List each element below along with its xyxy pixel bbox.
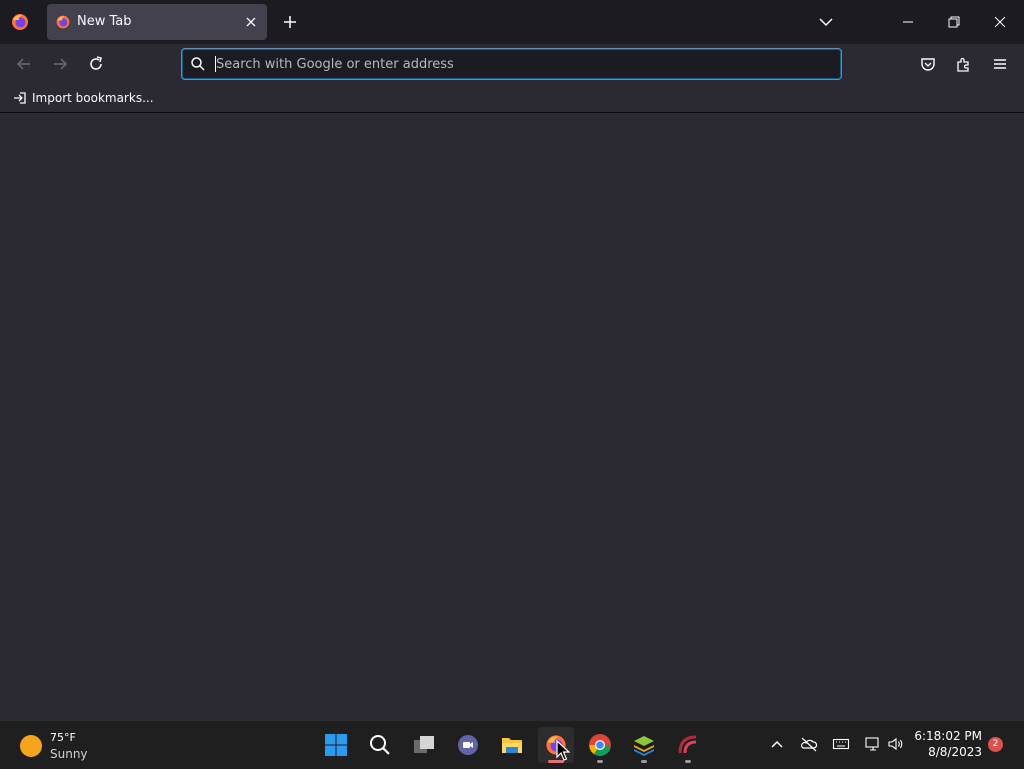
tab-title: New Tab <box>77 14 132 29</box>
chevron-up-icon[interactable] <box>768 735 786 753</box>
teams-chat-icon <box>458 735 478 755</box>
minimize-icon[interactable] <box>898 12 918 32</box>
bluestacks-taskbar-button[interactable] <box>626 727 662 763</box>
page-content <box>0 113 1024 720</box>
close-icon[interactable] <box>990 12 1010 32</box>
pocket-icon[interactable] <box>918 54 938 74</box>
weather-temperature: 75°F <box>50 731 76 744</box>
import-bookmarks-label: Import bookmarks... <box>32 91 154 105</box>
windows-icon <box>325 734 347 756</box>
puzzle-icon[interactable] <box>954 54 974 74</box>
arrow-right-icon[interactable] <box>50 54 70 74</box>
plus-icon[interactable] <box>280 12 300 32</box>
import-icon <box>12 90 28 106</box>
search-icon <box>190 56 206 72</box>
running-indicator <box>685 760 691 763</box>
task-view-icon <box>414 736 434 753</box>
notification-badge[interactable]: 2 <box>988 737 1003 752</box>
red-arc-app-icon <box>678 735 697 754</box>
running-indicator <box>641 760 647 763</box>
search-input[interactable] <box>216 51 826 77</box>
network-icon[interactable] <box>864 735 882 753</box>
taskbar: 75°F Sunny 6:18:02 PM 8/8/2023 2 <box>0 720 1024 769</box>
chevron-down-icon[interactable] <box>816 12 836 32</box>
teams-chat-button[interactable] <box>450 727 486 763</box>
clock-time: 6:18:02 PM <box>914 729 982 743</box>
hamburger-menu-icon[interactable] <box>990 54 1010 74</box>
start-button[interactable] <box>318 727 354 763</box>
firefox-icon[interactable] <box>10 12 30 32</box>
chrome-taskbar-button[interactable] <box>582 727 618 763</box>
taskbar-search-button[interactable] <box>362 727 398 763</box>
bookmarks-toolbar: Import bookmarks... <box>0 84 1024 113</box>
bluestacks-icon <box>634 736 654 756</box>
sun-icon <box>20 735 42 757</box>
chrome-icon <box>589 734 611 756</box>
task-view-button[interactable] <box>406 727 442 763</box>
running-indicator <box>597 760 603 763</box>
weather-widget[interactable]: 75°F Sunny <box>18 729 108 763</box>
close-icon[interactable] <box>243 14 259 30</box>
search-icon <box>370 735 390 755</box>
navigation-toolbar <box>0 44 1024 84</box>
firefox-icon <box>55 14 71 30</box>
onedrive-icon[interactable] <box>800 735 818 753</box>
tab-new-tab[interactable]: New Tab <box>47 4 267 40</box>
app-taskbar-button[interactable] <box>670 727 706 763</box>
restore-icon[interactable] <box>944 12 964 32</box>
system-clock[interactable]: 6:18:02 PM 8/8/2023 <box>912 727 982 763</box>
mouse-cursor-icon <box>556 740 570 761</box>
arrow-left-icon[interactable] <box>14 54 34 74</box>
reload-icon[interactable] <box>86 54 106 74</box>
file-explorer-button[interactable] <box>494 727 530 763</box>
keyboard-icon[interactable] <box>832 735 850 753</box>
volume-icon[interactable] <box>887 735 905 753</box>
clock-date: 8/8/2023 <box>928 745 982 759</box>
weather-condition: Sunny <box>50 747 88 761</box>
folder-icon <box>502 738 522 753</box>
address-bar[interactable] <box>181 48 842 80</box>
tab-strip: New Tab <box>0 0 1024 44</box>
